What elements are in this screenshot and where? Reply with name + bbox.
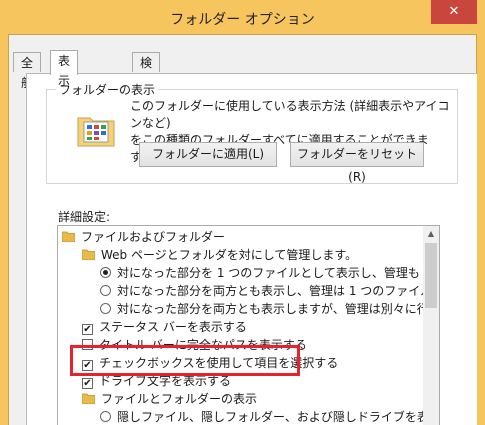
- folder-icon: [81, 391, 96, 405]
- radio-option-show-both-manage-one[interactable]: 対になった部分を両方とも表示し、管理は 1 つのファイルとして行: [100, 282, 439, 300]
- folder-icon: [81, 247, 96, 261]
- tree-item-label: Web ページとフォルダを対にして管理します。: [101, 248, 358, 262]
- tab-search[interactable]: 検索: [132, 52, 161, 90]
- radio-label: 隠しファイル、隠しフォルダー、および隠しドライブを表示する: [117, 410, 440, 424]
- title-bar[interactable]: フォルダー オプション ✕: [0, 0, 485, 34]
- checkbox-label: タイトル バーに完全なパスを表示する: [99, 338, 307, 352]
- checkbox-checked[interactable]: ✔: [82, 324, 93, 335]
- radio-button[interactable]: [100, 303, 111, 314]
- tree-item-label: ファイルおよびフォルダー: [81, 230, 226, 244]
- checkbox-checked[interactable]: ✔: [82, 378, 93, 389]
- checkbox-status-bar[interactable]: ✔ ステータス バーを表示する: [82, 318, 247, 336]
- checkbox-show-drive-letters[interactable]: ✔ ドライブ文字を表示する: [82, 372, 231, 390]
- tree-item-label: ファイルとフォルダーの表示: [101, 392, 258, 406]
- checkbox-label: チェックボックスを使用して項目を選択する: [99, 356, 339, 370]
- reset-folders-button[interactable]: フォルダーをリセット(R): [290, 142, 424, 184]
- tree-folder-hidden-files: ファイルとフォルダーの表示: [81, 390, 258, 408]
- vertical-scrollbar[interactable]: ▲: [423, 226, 439, 425]
- radio-label: 対になった部分を 1 つのファイルとして表示し、管理も 1 つのファイルとして行: [117, 266, 439, 280]
- radio-button[interactable]: [100, 285, 111, 296]
- checkbox-unchecked[interactable]: [82, 339, 93, 350]
- radio-button[interactable]: [100, 411, 111, 422]
- radio-option-show-hidden[interactable]: 隠しファイル、隠しフォルダー、および隠しドライブを表示する: [100, 408, 440, 425]
- scroll-thumb[interactable]: [425, 243, 437, 308]
- radio-option-single-file[interactable]: 対になった部分を 1 つのファイルとして表示し、管理も 1 つのファイルとして行: [100, 264, 439, 282]
- close-button[interactable]: ✕: [431, 0, 477, 24]
- folder-view-icon: [76, 112, 116, 148]
- description-line-1: このフォルダーに使用している表示方法 (詳細表示やアイコンなど): [130, 99, 450, 130]
- checkbox-label: ドライブ文字を表示する: [99, 374, 232, 388]
- checkbox-checked[interactable]: ✔: [82, 360, 93, 371]
- tree-folder-files-and-folders: ファイルおよびフォルダー: [61, 228, 226, 246]
- radio-button-selected[interactable]: [100, 267, 111, 278]
- checkbox-label: ステータス バーを表示する: [99, 320, 247, 334]
- scroll-up-arrow-icon[interactable]: ▲: [423, 226, 439, 242]
- radio-label: 対になった部分を両方とも表示しますが、管理は別々に行います。: [117, 302, 440, 316]
- advanced-settings-label: 詳細設定:: [58, 210, 111, 224]
- tree-folder-web-pages: Web ページとフォルダを対にして管理します。: [81, 246, 358, 264]
- folder-view-legend: フォルダーの表示: [56, 81, 159, 98]
- tab-view[interactable]: 表示: [50, 50, 79, 88]
- radio-label: 対になった部分を両方とも表示し、管理は 1 つのファイルとして行: [117, 284, 439, 298]
- window-title: フォルダー オプション: [170, 12, 315, 28]
- checkbox-full-path-in-title[interactable]: タイトル バーに完全なパスを表示する: [82, 336, 307, 354]
- advanced-settings-list[interactable]: ファイルおよびフォルダー Web ページとフォルダを対にして管理します。 対にな…: [57, 225, 440, 425]
- radio-option-show-both-manage-separately[interactable]: 対になった部分を両方とも表示しますが、管理は別々に行います。: [100, 300, 440, 318]
- tab-general[interactable]: 全般: [13, 52, 42, 90]
- folder-icon: [61, 229, 76, 243]
- apply-to-folders-button[interactable]: フォルダーに適用(L): [139, 142, 277, 167]
- checkbox-use-item-check-boxes[interactable]: ✔ チェックボックスを使用して項目を選択する: [82, 354, 338, 372]
